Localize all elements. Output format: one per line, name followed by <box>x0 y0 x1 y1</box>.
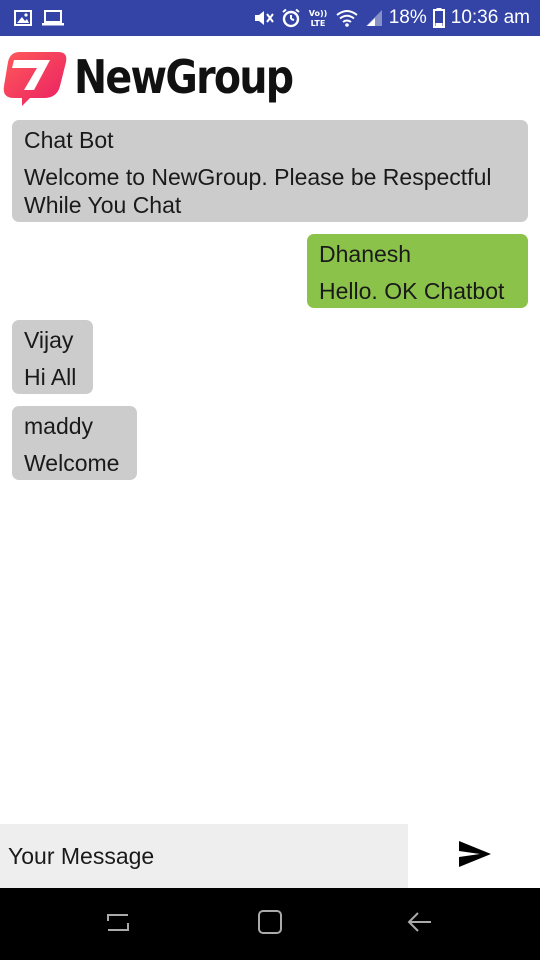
message-bubble: maddy Welcome <box>12 406 137 480</box>
message-sender: Vijay <box>24 327 74 353</box>
message-sender: Chat Bot <box>24 127 114 153</box>
home-button[interactable] <box>250 906 290 942</box>
navigation-bar <box>0 888 540 960</box>
svg-text:Vo)): Vo)) <box>308 9 327 18</box>
status-left <box>14 10 64 26</box>
clock: 10:36 am <box>450 7 530 28</box>
recent-apps-icon <box>104 908 132 941</box>
alarm-icon <box>281 8 301 28</box>
message-sender: maddy <box>24 413 94 439</box>
composer-bar <box>0 824 540 888</box>
message-text: Welcome to NewGroup. Please be Respectfu… <box>24 164 492 218</box>
volte-icon: Vo)) LTE <box>307 7 329 29</box>
status-right: Vo)) LTE 18% 10:36 am <box>253 7 530 29</box>
mute-icon <box>253 8 275 28</box>
battery-icon <box>432 8 445 28</box>
battery-percent: 18% <box>388 7 427 28</box>
message-bubble: Vijay Hi All <box>12 320 93 394</box>
back-icon <box>406 908 434 941</box>
message-input[interactable] <box>0 824 408 888</box>
status-bar: Vo)) LTE 18% 10:36 am <box>0 0 540 36</box>
laptop-icon <box>42 10 64 26</box>
message-bubble: Chat Bot Welcome to NewGroup. Please be … <box>12 120 528 222</box>
message-text: Hi All <box>24 364 77 390</box>
message-text: Hello. OK Chatbot <box>319 278 505 304</box>
signal-icon <box>365 9 383 27</box>
message-sender: Dhanesh <box>319 241 412 267</box>
wifi-icon <box>335 8 359 28</box>
app-title: NewGroup <box>74 50 294 104</box>
svg-text:LTE: LTE <box>310 19 325 28</box>
send-icon <box>458 840 492 873</box>
newgroup-logo-icon <box>0 46 70 108</box>
image-icon <box>14 10 32 26</box>
send-button[interactable] <box>440 824 510 888</box>
message-bubble: Dhanesh Hello. OK Chatbot <box>307 234 528 308</box>
recent-apps-button[interactable] <box>98 906 138 942</box>
screen: Vo)) LTE 18% 10:36 am NewGroup Chat Bot … <box>0 0 540 960</box>
home-icon <box>256 908 284 941</box>
app-header: NewGroup <box>0 42 540 112</box>
back-button[interactable] <box>400 906 440 942</box>
message-text: Welcome <box>24 450 120 476</box>
